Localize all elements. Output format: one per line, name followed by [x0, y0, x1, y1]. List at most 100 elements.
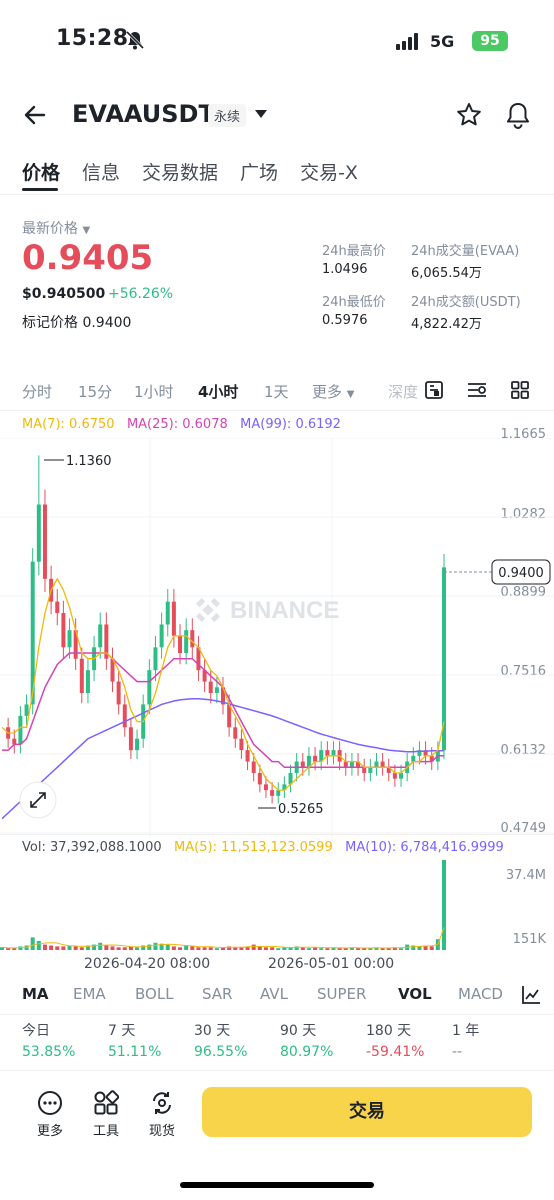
indicator-vol[interactable]: VOL [398, 985, 432, 1003]
layout-grid-icon[interactable] [510, 380, 530, 400]
candle-body [399, 772, 404, 779]
candle-body [122, 704, 127, 728]
candle-body [362, 767, 367, 773]
interval-4h[interactable]: 4小时 [198, 381, 238, 402]
indicator-boll[interactable]: BOLL [135, 985, 174, 1003]
trade-button[interactable]: 交易 [202, 1087, 532, 1137]
volume-bar [73, 946, 78, 950]
current-price-tag[interactable]: 0.9400 [491, 559, 551, 585]
network-type: 5G [430, 32, 455, 51]
volume-bar [110, 946, 115, 950]
candle-body [85, 670, 90, 694]
indicator-avl[interactable]: AVL [260, 985, 288, 1003]
chart-settings-icon[interactable] [424, 380, 444, 400]
interval-more[interactable]: 更多 ▼ [312, 381, 355, 402]
volume-bar [190, 946, 195, 950]
perf-label: 7 天 [108, 1023, 136, 1039]
candle-body [135, 738, 140, 751]
volume-bar [276, 948, 281, 950]
candlestick-chart[interactable]: BINANCE 1.1360 0.5265 0.9400 [0, 438, 554, 838]
candle-body [55, 601, 60, 614]
spot-label: 现货 [148, 1124, 175, 1139]
x-axis-label: 2026-05-01 00:00 [268, 956, 395, 972]
svg-text:0.9400: 0.9400 [498, 566, 544, 581]
indicator-super[interactable]: SUPER [317, 985, 366, 1003]
interval-1d[interactable]: 1天 [264, 381, 289, 402]
more-button[interactable]: 更多 [30, 1090, 70, 1139]
divider [0, 834, 554, 835]
perf-label: 今日 [22, 1023, 50, 1039]
usd-price: $0.940500 [22, 286, 106, 302]
indicator-settings-icon[interactable] [466, 380, 488, 400]
symbol-dropdown-icon[interactable] [254, 108, 268, 120]
candle-body [325, 750, 330, 756]
favorite-star-icon[interactable] [455, 101, 483, 129]
high-value: 1.0496 [322, 262, 368, 277]
performance-row: 今日 53.85% 7 天 51.11% 30 天 96.55% 90 天 80… [22, 1020, 542, 1064]
candle-body [313, 755, 318, 762]
interval-depth[interactable]: 深度 [388, 381, 418, 402]
candle-body [116, 681, 121, 705]
volume-bar [184, 945, 189, 950]
indicator-ema[interactable]: EMA [73, 985, 106, 1003]
alert-bell-icon[interactable] [504, 100, 532, 130]
perf-value: 96.55% [194, 1044, 248, 1060]
candle-body [343, 761, 348, 768]
volume-bar [257, 946, 262, 950]
volume-bar [12, 948, 17, 950]
volume-bar [337, 948, 342, 950]
low-value: 0.5976 [322, 313, 368, 328]
candle-body [239, 738, 244, 751]
candle-body [331, 750, 336, 756]
candle-body [98, 624, 103, 648]
ma99-label: MA(99): 0.6192 [240, 417, 341, 432]
last-price-label[interactable]: 最新价格 ▼ [22, 218, 90, 238]
indicator-chart-icon[interactable] [520, 984, 542, 1006]
volume-bar [356, 948, 361, 950]
candles [6, 455, 446, 804]
high-label: 24h最高价 [322, 244, 386, 259]
interval-1h[interactable]: 1小时 [134, 381, 174, 402]
tab-square[interactable]: 广场 [240, 158, 278, 188]
volume-ma-line [1, 927, 445, 949]
mark-price: 标记价格 0.9400 [22, 315, 132, 331]
volume-chart[interactable] [0, 860, 554, 952]
tab-trade-x[interactable]: 交易-X [300, 158, 358, 188]
tab-trading-data[interactable]: 交易数据 [142, 158, 218, 188]
tools-grid-icon [94, 1090, 119, 1115]
candle-body [165, 601, 170, 625]
volume-bar [98, 942, 103, 950]
indicator-sar[interactable]: SAR [202, 985, 232, 1003]
candle-body [245, 750, 250, 762]
indicator-tabs: MA EMA BOLL SAR AVL SUPER VOL MACD [22, 985, 512, 1007]
candle-body [171, 601, 176, 636]
tab-info[interactable]: 信息 [82, 158, 120, 188]
perf-label: 180 天 [366, 1023, 412, 1039]
interval-15m[interactable]: 15分 [78, 381, 112, 402]
vol-ma10-label: MA(10): 6,784,416.9999 [345, 840, 504, 855]
volume-bar [263, 947, 268, 950]
candle-body [61, 613, 66, 648]
indicator-macd[interactable]: MACD [458, 985, 503, 1003]
volume-bar [442, 860, 446, 950]
turnover-label: 24h成交额(USDT) [411, 295, 521, 310]
symbol-title[interactable]: EVAAUSDT [72, 100, 215, 128]
signal-icon [396, 33, 422, 51]
tools-button[interactable]: 工具 [86, 1090, 126, 1139]
indicator-ma[interactable]: MA [22, 985, 49, 1003]
candle-body [349, 761, 354, 768]
tab-price[interactable]: 价格 [22, 158, 60, 188]
candle-body [153, 647, 158, 671]
spot-button[interactable]: 现货 [142, 1090, 182, 1139]
volume-bar [36, 941, 41, 950]
candle-body [411, 755, 416, 762]
interval-tabs: 分时 15分 1小时 4小时 1天 更多 ▼ 深度 [22, 381, 422, 403]
svg-text:BINANCE: BINANCE [230, 597, 339, 624]
expand-icon[interactable] [19, 781, 57, 819]
back-arrow-icon[interactable] [22, 102, 48, 128]
candle-body [79, 658, 84, 694]
candle-body [24, 704, 29, 716]
divider [0, 194, 554, 195]
interval-line[interactable]: 分时 [22, 381, 52, 402]
status-bar: 15:28 5G 95 [0, 0, 554, 80]
